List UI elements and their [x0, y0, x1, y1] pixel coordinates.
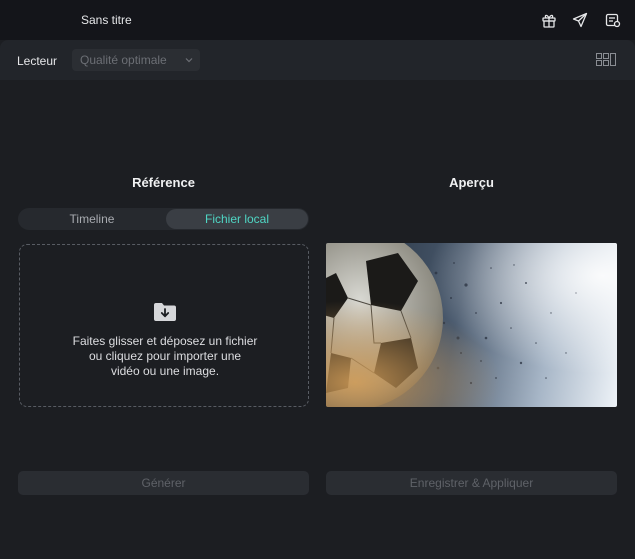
folder-download-icon: [154, 303, 176, 321]
title-bar: Sans titre: [0, 0, 635, 40]
chevron-down-icon: [185, 58, 193, 63]
layout-grid-icon[interactable]: [596, 52, 616, 68]
generate-button[interactable]: Générer: [18, 471, 309, 495]
save-apply-button[interactable]: Enregistrer & Appliquer: [326, 471, 617, 495]
settings-icon[interactable]: [604, 11, 622, 29]
soccer-ball-image: [326, 243, 617, 407]
dropzone-line-1: Faites glisser et déposez un fichier: [72, 334, 258, 348]
preview-image: [326, 243, 617, 407]
dropzone-instructions: Faites glisser et déposez un fichier ou …: [20, 334, 310, 379]
reference-tabs: Timeline Fichier local: [18, 208, 309, 230]
gift-icon[interactable]: [540, 11, 558, 29]
quality-dropdown[interactable]: Qualité optimale: [72, 49, 200, 71]
reference-heading: Référence: [132, 175, 195, 190]
player-toolbar: Lecteur Qualité optimale: [0, 40, 635, 80]
window-title: Sans titre: [81, 13, 132, 27]
quality-value: Qualité optimale: [80, 53, 167, 67]
dropzone-line-3: vidéo ou une image.: [110, 364, 220, 378]
tab-local-file[interactable]: Fichier local: [166, 209, 308, 229]
tab-timeline[interactable]: Timeline: [19, 209, 165, 229]
file-dropzone[interactable]: Faites glisser et déposez un fichier ou …: [19, 244, 309, 407]
send-icon[interactable]: [571, 11, 589, 29]
dropzone-line-2: ou cliquez pour importer une: [88, 349, 242, 363]
app-window: Sans titre Lecteur Qualité optimale Réfé…: [0, 0, 635, 559]
preview-heading: Aperçu: [449, 175, 494, 190]
player-label: Lecteur: [17, 54, 58, 68]
